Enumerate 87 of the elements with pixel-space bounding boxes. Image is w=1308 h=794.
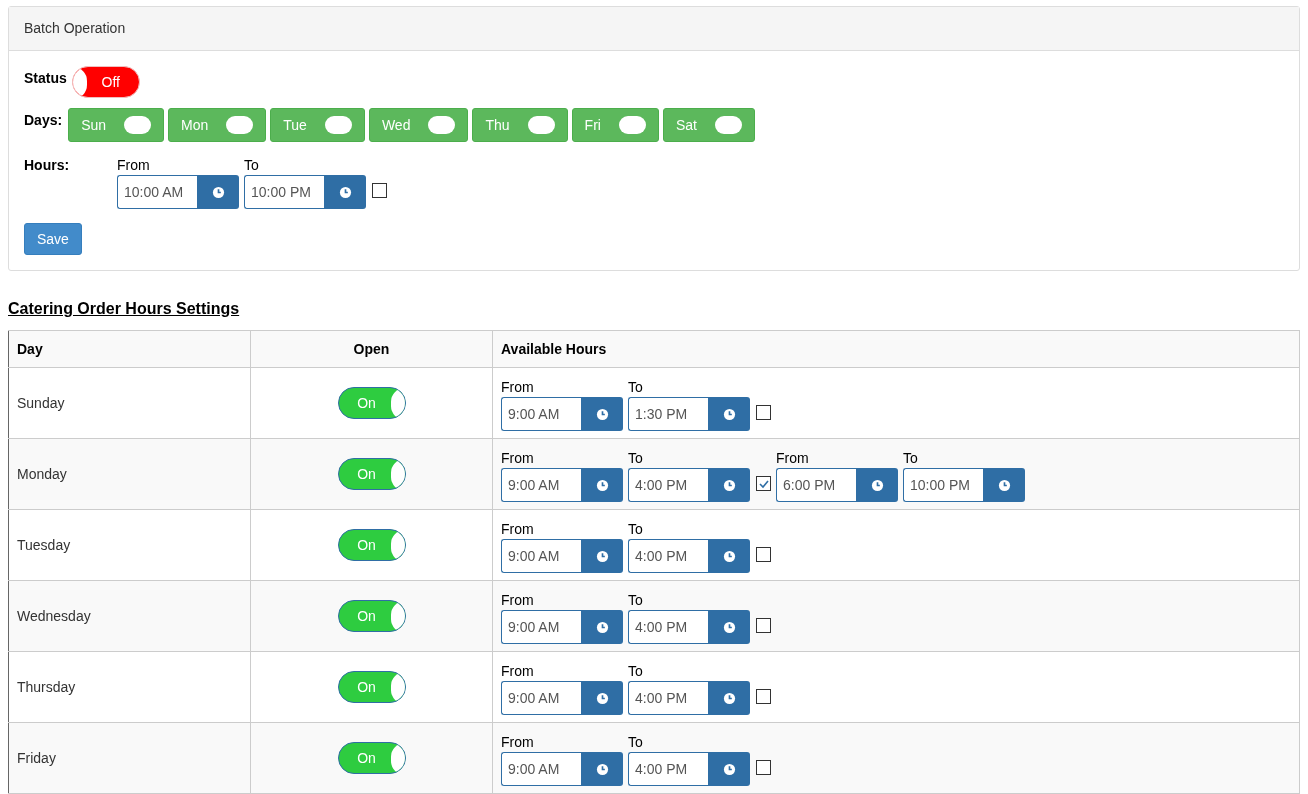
split-checkbox[interactable] (756, 618, 771, 633)
to-label: To (628, 378, 644, 397)
clock-button[interactable] (983, 468, 1025, 502)
clock-button[interactable] (708, 681, 750, 715)
clock-icon (211, 185, 225, 199)
clock-button[interactable] (581, 752, 623, 786)
clock-button[interactable] (708, 397, 750, 431)
time-input[interactable]: 9:00 AM (501, 681, 581, 715)
days-label: Days: (24, 111, 63, 128)
clock-button[interactable] (197, 175, 239, 209)
clock-icon (722, 478, 736, 492)
from-label: From (501, 449, 535, 468)
from-label: From (501, 378, 535, 397)
status-label: Status (24, 69, 67, 86)
split-checkbox[interactable] (756, 760, 771, 775)
clock-icon (722, 762, 736, 776)
clock-icon (595, 478, 609, 492)
from-label: From (501, 662, 535, 681)
time-input[interactable]: 9:00 AM (501, 610, 581, 644)
day-cell: Friday (8, 722, 251, 794)
time-input[interactable]: 4:00 PM (628, 681, 708, 715)
split-checkbox[interactable] (372, 183, 387, 198)
time-input[interactable]: 10:00 AM (117, 175, 197, 209)
clock-icon (595, 691, 609, 705)
to-label: To (903, 449, 919, 468)
time-input[interactable]: 9:00 AM (501, 468, 581, 502)
time-input[interactable]: 9:00 AM (501, 539, 581, 573)
clock-button[interactable] (581, 397, 623, 431)
section-heading: Catering Order Hours Settings (8, 300, 241, 318)
from-label: From (117, 156, 151, 175)
to-label: To (628, 662, 644, 681)
clock-button[interactable] (708, 610, 750, 644)
status-toggle[interactable]: Off (71, 66, 140, 98)
day-cell: Thursday (8, 651, 251, 723)
to-label: To (244, 156, 260, 175)
time-input[interactable]: 4:00 PM (628, 468, 708, 502)
time-input[interactable]: 1:30 PM (628, 397, 708, 431)
time-input[interactable]: 4:00 PM (628, 539, 708, 573)
clock-button[interactable] (581, 468, 623, 502)
clock-button[interactable] (708, 539, 750, 573)
clock-button[interactable] (581, 681, 623, 715)
time-input[interactable]: 4:00 PM (628, 752, 708, 786)
time-input[interactable]: 10:00 PM (244, 175, 324, 209)
time-input[interactable]: 4:00 PM (628, 610, 708, 644)
split-checkbox[interactable] (756, 405, 771, 420)
time-input[interactable]: 9:00 AM (501, 752, 581, 786)
clock-button[interactable] (324, 175, 366, 209)
clock-icon (722, 549, 736, 563)
save-button[interactable]: Save (24, 223, 82, 255)
from-label: From (501, 733, 535, 752)
split-checkbox[interactable] (756, 547, 771, 562)
day-cell: Tuesday (8, 509, 251, 581)
clock-icon (722, 691, 736, 705)
day-cell: Sunday (8, 367, 251, 439)
column-header: Day (8, 330, 251, 368)
clock-icon (722, 407, 736, 421)
to-label: To (628, 449, 644, 468)
clock-icon (338, 185, 352, 199)
split-checkbox[interactable] (756, 689, 771, 704)
clock-icon (722, 620, 736, 634)
from-label: From (501, 520, 535, 539)
clock-icon (595, 762, 609, 776)
clock-icon (870, 478, 884, 492)
time-input[interactable]: 9:00 AM (501, 397, 581, 431)
hours-label: Hours: (24, 156, 71, 173)
clock-button[interactable] (581, 539, 623, 573)
clock-icon (595, 549, 609, 563)
day-cell: Wednesday (8, 580, 251, 652)
column-header: Available Hours (492, 330, 1300, 368)
clock-icon (997, 478, 1011, 492)
clock-icon (595, 620, 609, 634)
from-label: From (776, 449, 810, 468)
clock-button[interactable] (856, 468, 898, 502)
to-label: To (628, 591, 644, 610)
panel-header: Batch Operation (9, 7, 1299, 51)
clock-button[interactable] (708, 468, 750, 502)
clock-button[interactable] (581, 610, 623, 644)
to-label: To (628, 733, 644, 752)
column-header: Open (250, 330, 493, 368)
clock-icon (595, 407, 609, 421)
to-label: To (628, 520, 644, 539)
split-checkbox[interactable] (756, 476, 771, 491)
clock-button[interactable] (708, 752, 750, 786)
from-label: From (501, 591, 535, 610)
time-input[interactable]: 6:00 PM (776, 468, 856, 502)
day-cell: Monday (8, 438, 251, 510)
time-input[interactable]: 10:00 PM (903, 468, 983, 502)
